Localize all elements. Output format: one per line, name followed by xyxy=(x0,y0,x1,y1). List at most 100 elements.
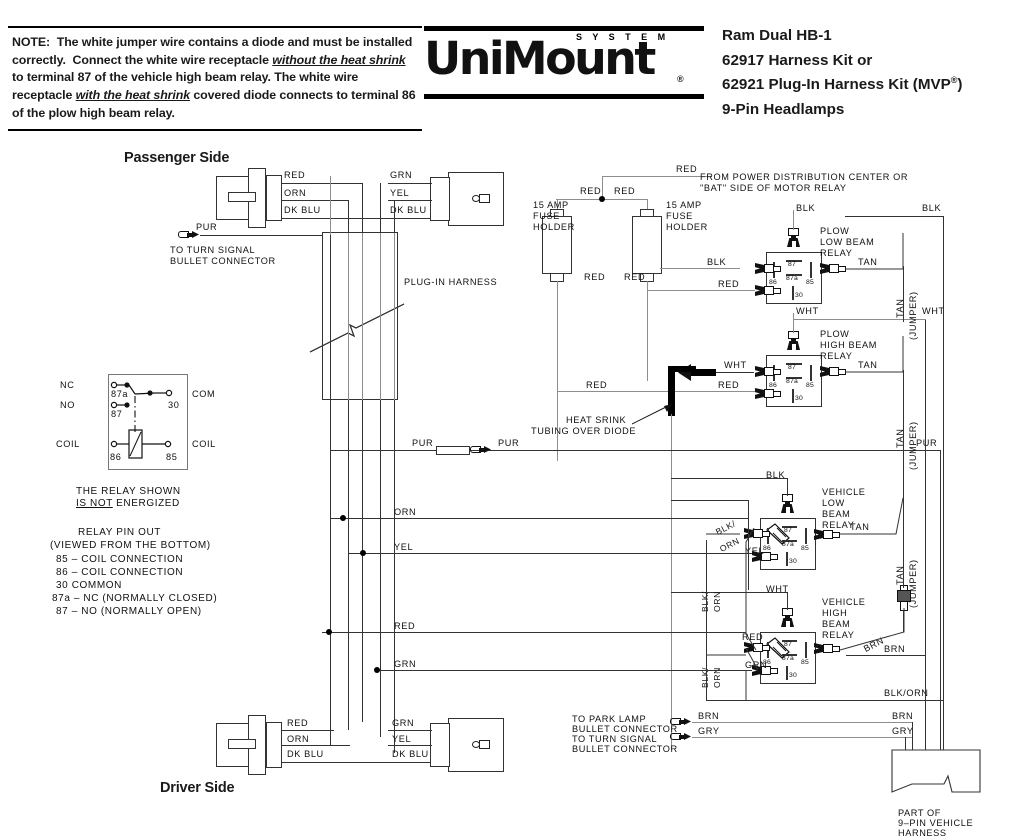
vehicle-high-brn-connector-icon xyxy=(814,643,840,654)
relay-pinout-subtitle: (VIEWED FROM THE BOTTOM) xyxy=(50,540,211,551)
plow-low-pin85-bar xyxy=(810,262,812,278)
relay-legend-com: COM xyxy=(192,389,216,399)
wire-label-red-plow-high: RED xyxy=(586,380,608,390)
plow-low-tan-connector-icon xyxy=(820,263,846,274)
fuse-right-label-3: HOLDER xyxy=(666,222,708,232)
relay-legend-caption-2: IS NOT ENERGIZED xyxy=(76,498,180,509)
power-source-line-2: "BAT" SIDE OF MOTOR RELAY xyxy=(700,183,847,193)
relay-legend-30: 30 xyxy=(168,400,180,410)
turn-signal-note-2: BULLET CONNECTOR xyxy=(572,744,678,754)
vehicle-high-pin85-bar xyxy=(805,642,807,658)
wire-label-red-fuse-left-out: RED xyxy=(584,272,606,282)
relay-pinout-item-1: 86 – COIL CONNECTION xyxy=(56,567,184,578)
vehicle-low-pin30-bar xyxy=(786,552,788,566)
vehicle-low-pin-87: 87 xyxy=(784,527,792,534)
wire-label-gry-left: GRY xyxy=(698,726,720,736)
power-source-line-1: FROM POWER DISTRIBUTION CENTER OR xyxy=(700,172,909,182)
wire-yel-drop xyxy=(394,200,395,233)
wire-pur-drop xyxy=(330,235,331,400)
wire-label-grn-driver: GRN xyxy=(392,718,415,728)
wire-grn-bus xyxy=(376,670,752,671)
wire-gry-bottom xyxy=(692,737,912,738)
fuse-left-label-2: FUSE xyxy=(533,211,560,221)
heat-shrink-elbow xyxy=(668,366,696,372)
installation-note-box: NOTE: The white jumper wire contains a d… xyxy=(8,26,422,131)
wire-tan-plow-high-run xyxy=(845,336,915,376)
harness-down-3 xyxy=(362,400,363,722)
relay-legend-coil-left: COIL xyxy=(56,439,80,449)
wire-blkorn-bottom xyxy=(706,700,944,701)
logo-system-text: S Y S T E M xyxy=(576,32,670,42)
wire-label-gry-right: GRY xyxy=(892,726,914,736)
wire-pur-down-right xyxy=(940,450,941,750)
wire-label-pur-left: PUR xyxy=(412,438,434,448)
wire-label-grn-passenger: GRN xyxy=(390,170,413,180)
wire-wht-far-right-top xyxy=(793,319,926,320)
wire-pur-bus xyxy=(330,450,940,451)
wire-brn-bottom xyxy=(692,722,912,723)
wire-orn-drop xyxy=(348,200,349,233)
logo-rule-top xyxy=(424,26,704,31)
wire-grn-passenger xyxy=(388,183,432,184)
vehicle-low-tan-connector-icon xyxy=(814,529,840,540)
wire-label-dkblu-driver-left: DK BLU xyxy=(287,749,324,759)
vehicle-low-pin-85: 85 xyxy=(801,545,809,552)
relay-pinout-title: RELAY PIN OUT xyxy=(78,527,162,538)
wire-red-passenger xyxy=(282,183,362,184)
wire-label-wht-vehicle-high: WHT xyxy=(766,584,789,594)
wire-blk-plow-low-up xyxy=(793,210,794,230)
gry-bullet-connector-icon xyxy=(670,733,694,740)
harness-break-symbol xyxy=(308,300,408,360)
passenger-connector-neck xyxy=(266,175,282,221)
wire-label-blk-vehicle-low: BLK xyxy=(766,470,786,480)
fuse-right-label-1: 15 AMP xyxy=(666,200,702,210)
plow-high-pin85-bar xyxy=(810,365,812,381)
driver-connector-neck xyxy=(266,722,282,768)
fuse-right-lead-bottom xyxy=(647,281,648,381)
jumper-tan-paren-top: (JUMPER) xyxy=(908,291,918,340)
wire-label-orn-bus: ORN xyxy=(394,507,417,517)
vehicle-low-beam-ring-terminal-icon xyxy=(781,494,794,513)
pur-bus-bullet-icon xyxy=(470,446,494,453)
diode-note-line-2: TUBING OVER DIODE xyxy=(531,426,637,436)
diode-note-leader xyxy=(631,400,676,426)
wire-label-orn-driver: ORN xyxy=(287,734,310,744)
plow-low-pin-85: 85 xyxy=(806,279,814,286)
plow-high-pin30-bar xyxy=(792,389,794,403)
wire-label-wht-far-right: WHT xyxy=(922,306,945,316)
wire-label-pur-passenger: PUR xyxy=(196,222,218,232)
wire-wht-plow-high-up xyxy=(793,313,794,333)
wire-label-dkblu-passenger-left: DK BLU xyxy=(284,205,321,215)
wire-dkblu-passenger-left xyxy=(282,218,432,219)
wire-label-red-fuse-left: RED xyxy=(580,186,602,196)
diode-note-line-1: HEAT SRINK xyxy=(566,415,627,425)
bulb-icon xyxy=(472,194,490,203)
plow-high-pin-85: 85 xyxy=(806,382,814,389)
wire-label-blkorn-bottom: BLK/ORN xyxy=(884,688,929,698)
driver-side-title: Driver Side xyxy=(160,780,235,796)
wire-orn-riser xyxy=(748,500,749,590)
nine-pin-vehicle-harness-symbol xyxy=(890,748,1014,808)
title-line-2: 62917 Harness Kit or xyxy=(722,51,873,69)
driver-headlamp-neck xyxy=(430,723,450,767)
vehicle-low-pin-30: 30 xyxy=(789,558,797,565)
vehicle-high-pin-87a: 87a xyxy=(782,655,794,662)
relay-legend-no: NO xyxy=(60,400,75,410)
wire-orn-bus xyxy=(330,518,748,519)
wire-label-red-feed: RED xyxy=(676,164,698,174)
plow-low-red-connector-icon xyxy=(755,285,781,296)
wire-label-pur-right: PUR xyxy=(498,438,520,448)
plow-high-tan-connector-icon xyxy=(820,366,846,377)
jumper-tan-label-mid: TAN xyxy=(895,565,905,586)
passenger-side-title: Passenger Side xyxy=(124,150,230,166)
wire-label-wht-diode: WHT xyxy=(724,360,747,370)
wire-orn-top-branch xyxy=(671,500,749,501)
relay-legend-86: 86 xyxy=(110,452,122,462)
wire-blk-far-right xyxy=(943,216,944,750)
wire-red-power-feed xyxy=(602,176,712,177)
wire-label-brn-left: BRN xyxy=(698,711,720,721)
wire-pur-passenger xyxy=(200,235,330,236)
plow-high-red-connector-icon xyxy=(755,388,781,399)
plow-high-pin-87: 87 xyxy=(788,364,796,371)
vehicle-high-pin30-bar xyxy=(786,666,788,680)
